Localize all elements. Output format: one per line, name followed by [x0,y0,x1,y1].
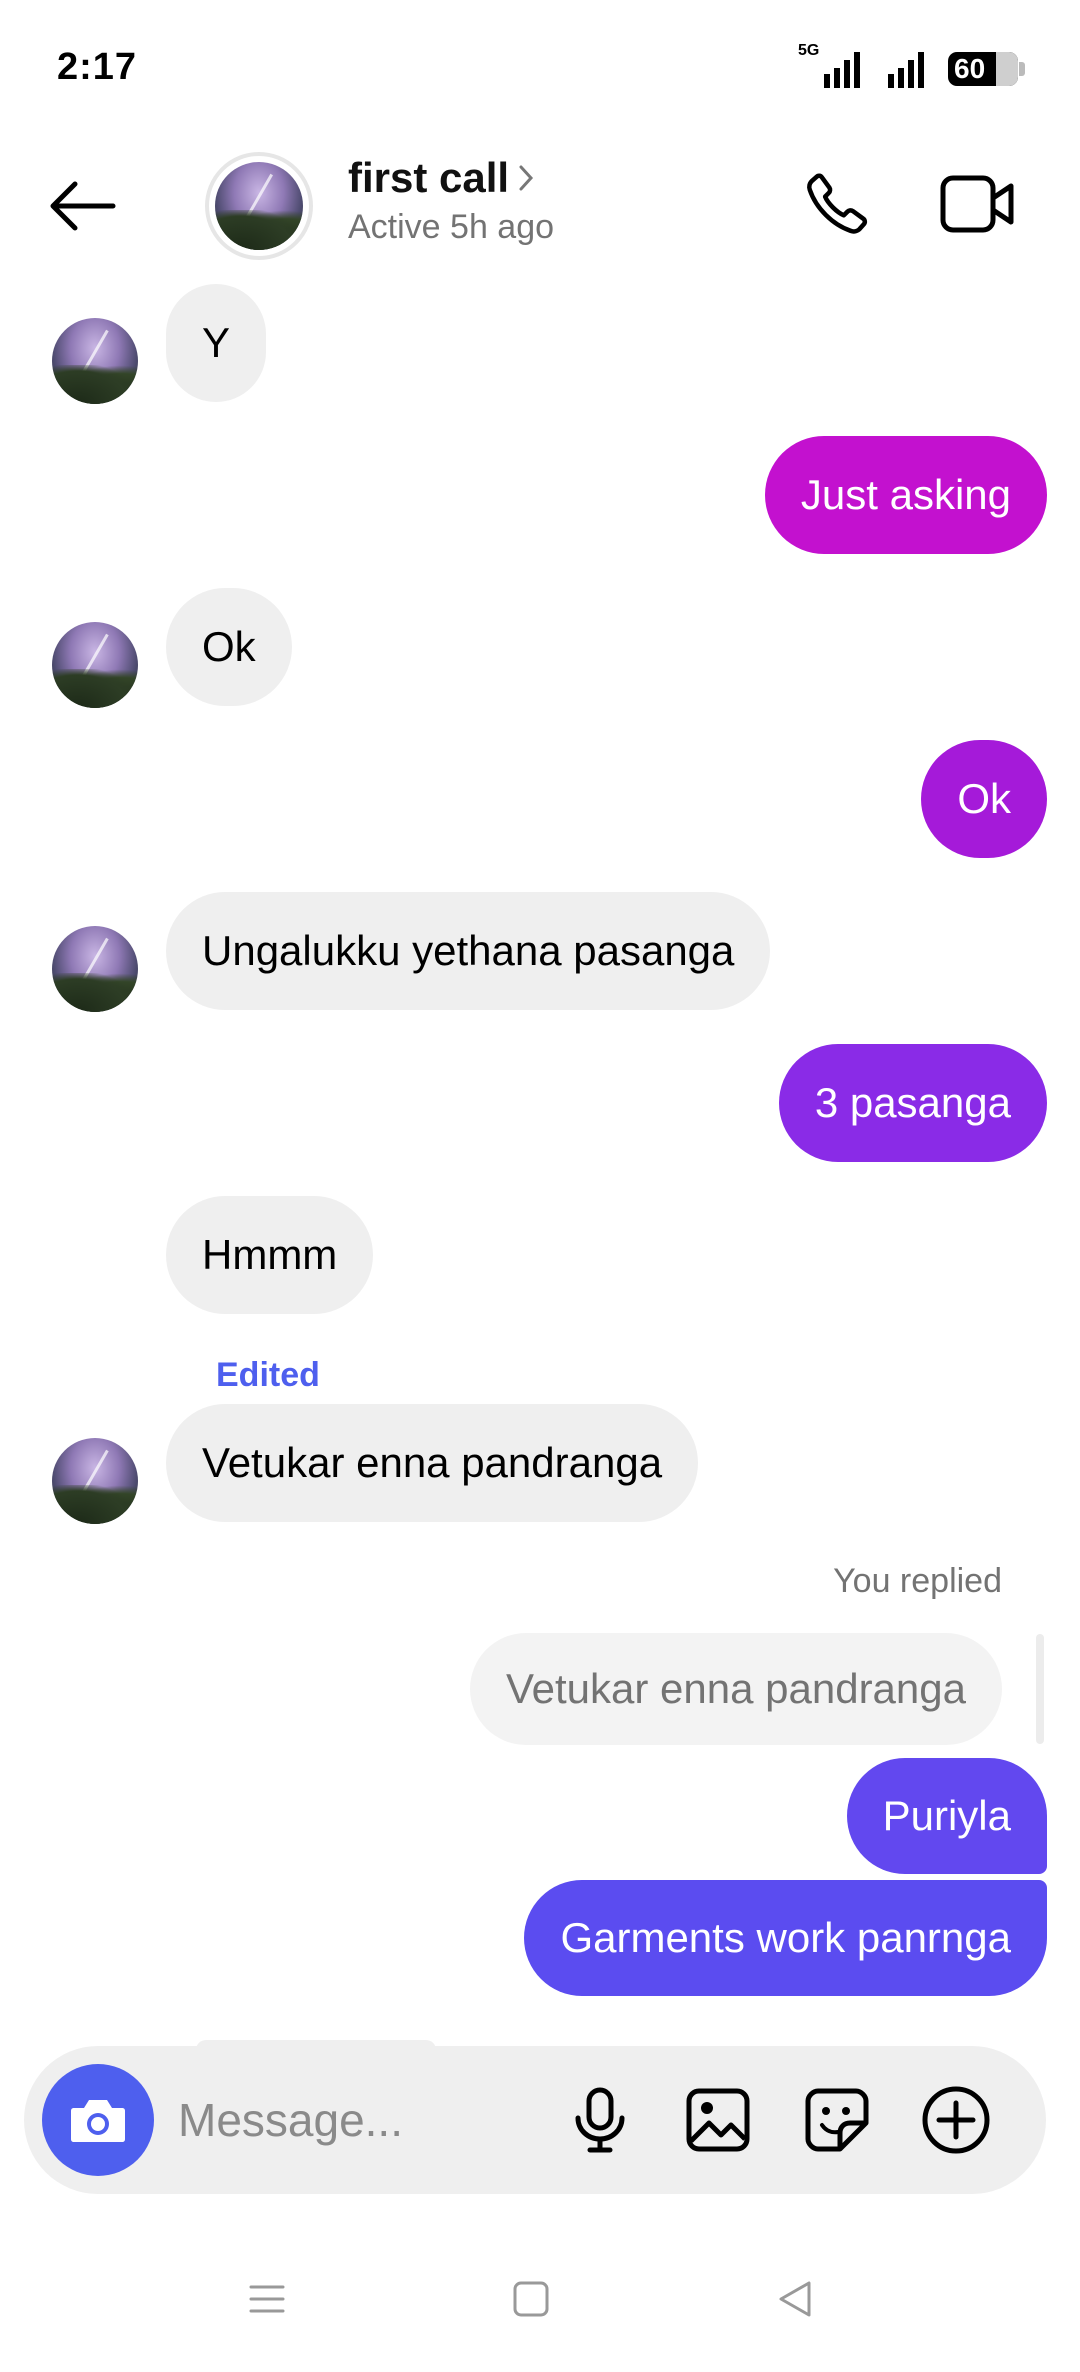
message-composer [24,2046,1046,2194]
status-bar: 2:17 5G 60 [0,0,1080,140]
message-bubble-outgoing[interactable]: Puriyla [846,1758,1047,1874]
message-bubble-incoming[interactable]: Hmmm [166,1196,374,1314]
recents-button[interactable] [232,2264,302,2334]
replied-label: You replied [833,1562,1002,1600]
microphone-icon [575,2087,625,2153]
chevron-right-icon [519,165,534,191]
more-button[interactable] [920,2084,992,2156]
arrow-left-icon [50,181,116,231]
message-bubble-outgoing[interactable]: Just asking [764,436,1047,554]
gallery-button[interactable] [682,2084,754,2156]
signal-5g-icon: 5G [798,42,868,92]
triangle-back-icon [779,2281,811,2317]
voice-call-button[interactable] [795,162,879,246]
microphone-button[interactable] [564,2084,636,2156]
menu-icon [249,2285,285,2313]
signal-icon [888,52,924,88]
contact-name-text: first call [348,154,510,201]
message-input[interactable] [178,2082,578,2158]
sticker-button[interactable] [801,2084,873,2156]
edited-label: Edited [216,1356,320,1394]
battery-level: 60 [954,53,986,84]
contact-status: Active 5h ago [348,208,555,246]
battery-icon: 60 [948,52,1025,86]
sticker-icon [805,2088,869,2152]
status-icons: 5G 60 [798,42,1025,92]
sender-avatar [52,318,138,404]
back-button[interactable] [44,168,120,244]
camera-button[interactable] [42,2064,154,2176]
network-label: 5G [798,42,820,59]
camera-icon [71,2100,125,2142]
home-button[interactable] [496,2264,566,2334]
message-bubble-incoming[interactable]: Ungalukku yethana pasanga [166,892,771,1010]
message-bubble-outgoing[interactable]: Garments work panrnga [524,1880,1047,1996]
home-square-icon [513,2281,549,2317]
system-nav-bar [0,2230,1080,2372]
contact-name[interactable]: first call [348,154,535,202]
message-bubble-incoming[interactable]: Vetukar enna pandranga [166,1404,699,1522]
message-bubble-incoming[interactable]: Y [166,284,267,402]
reply-quote[interactable]: Vetukar enna pandranga [469,1633,1002,1745]
sender-avatar [52,622,138,708]
sender-avatar [52,926,138,1012]
reply-indicator-bar [1036,1634,1044,1744]
chat-header: first call Active 5h ago [0,140,1080,270]
plus-circle-icon [922,2086,990,2154]
message-bubble-incoming[interactable]: Ok [166,588,292,706]
sender-avatar [52,1438,138,1524]
image-icon [686,2088,750,2152]
message-bubble-outgoing[interactable]: Ok [921,740,1047,858]
phone-icon [807,173,868,234]
message-bubble-outgoing[interactable]: 3 pasanga [778,1044,1047,1162]
video-call-button[interactable] [935,162,1019,246]
status-time: 2:17 [57,46,138,88]
contact-avatar[interactable] [205,152,313,260]
back-nav-button[interactable] [760,2264,830,2334]
video-camera-icon [940,175,1014,233]
